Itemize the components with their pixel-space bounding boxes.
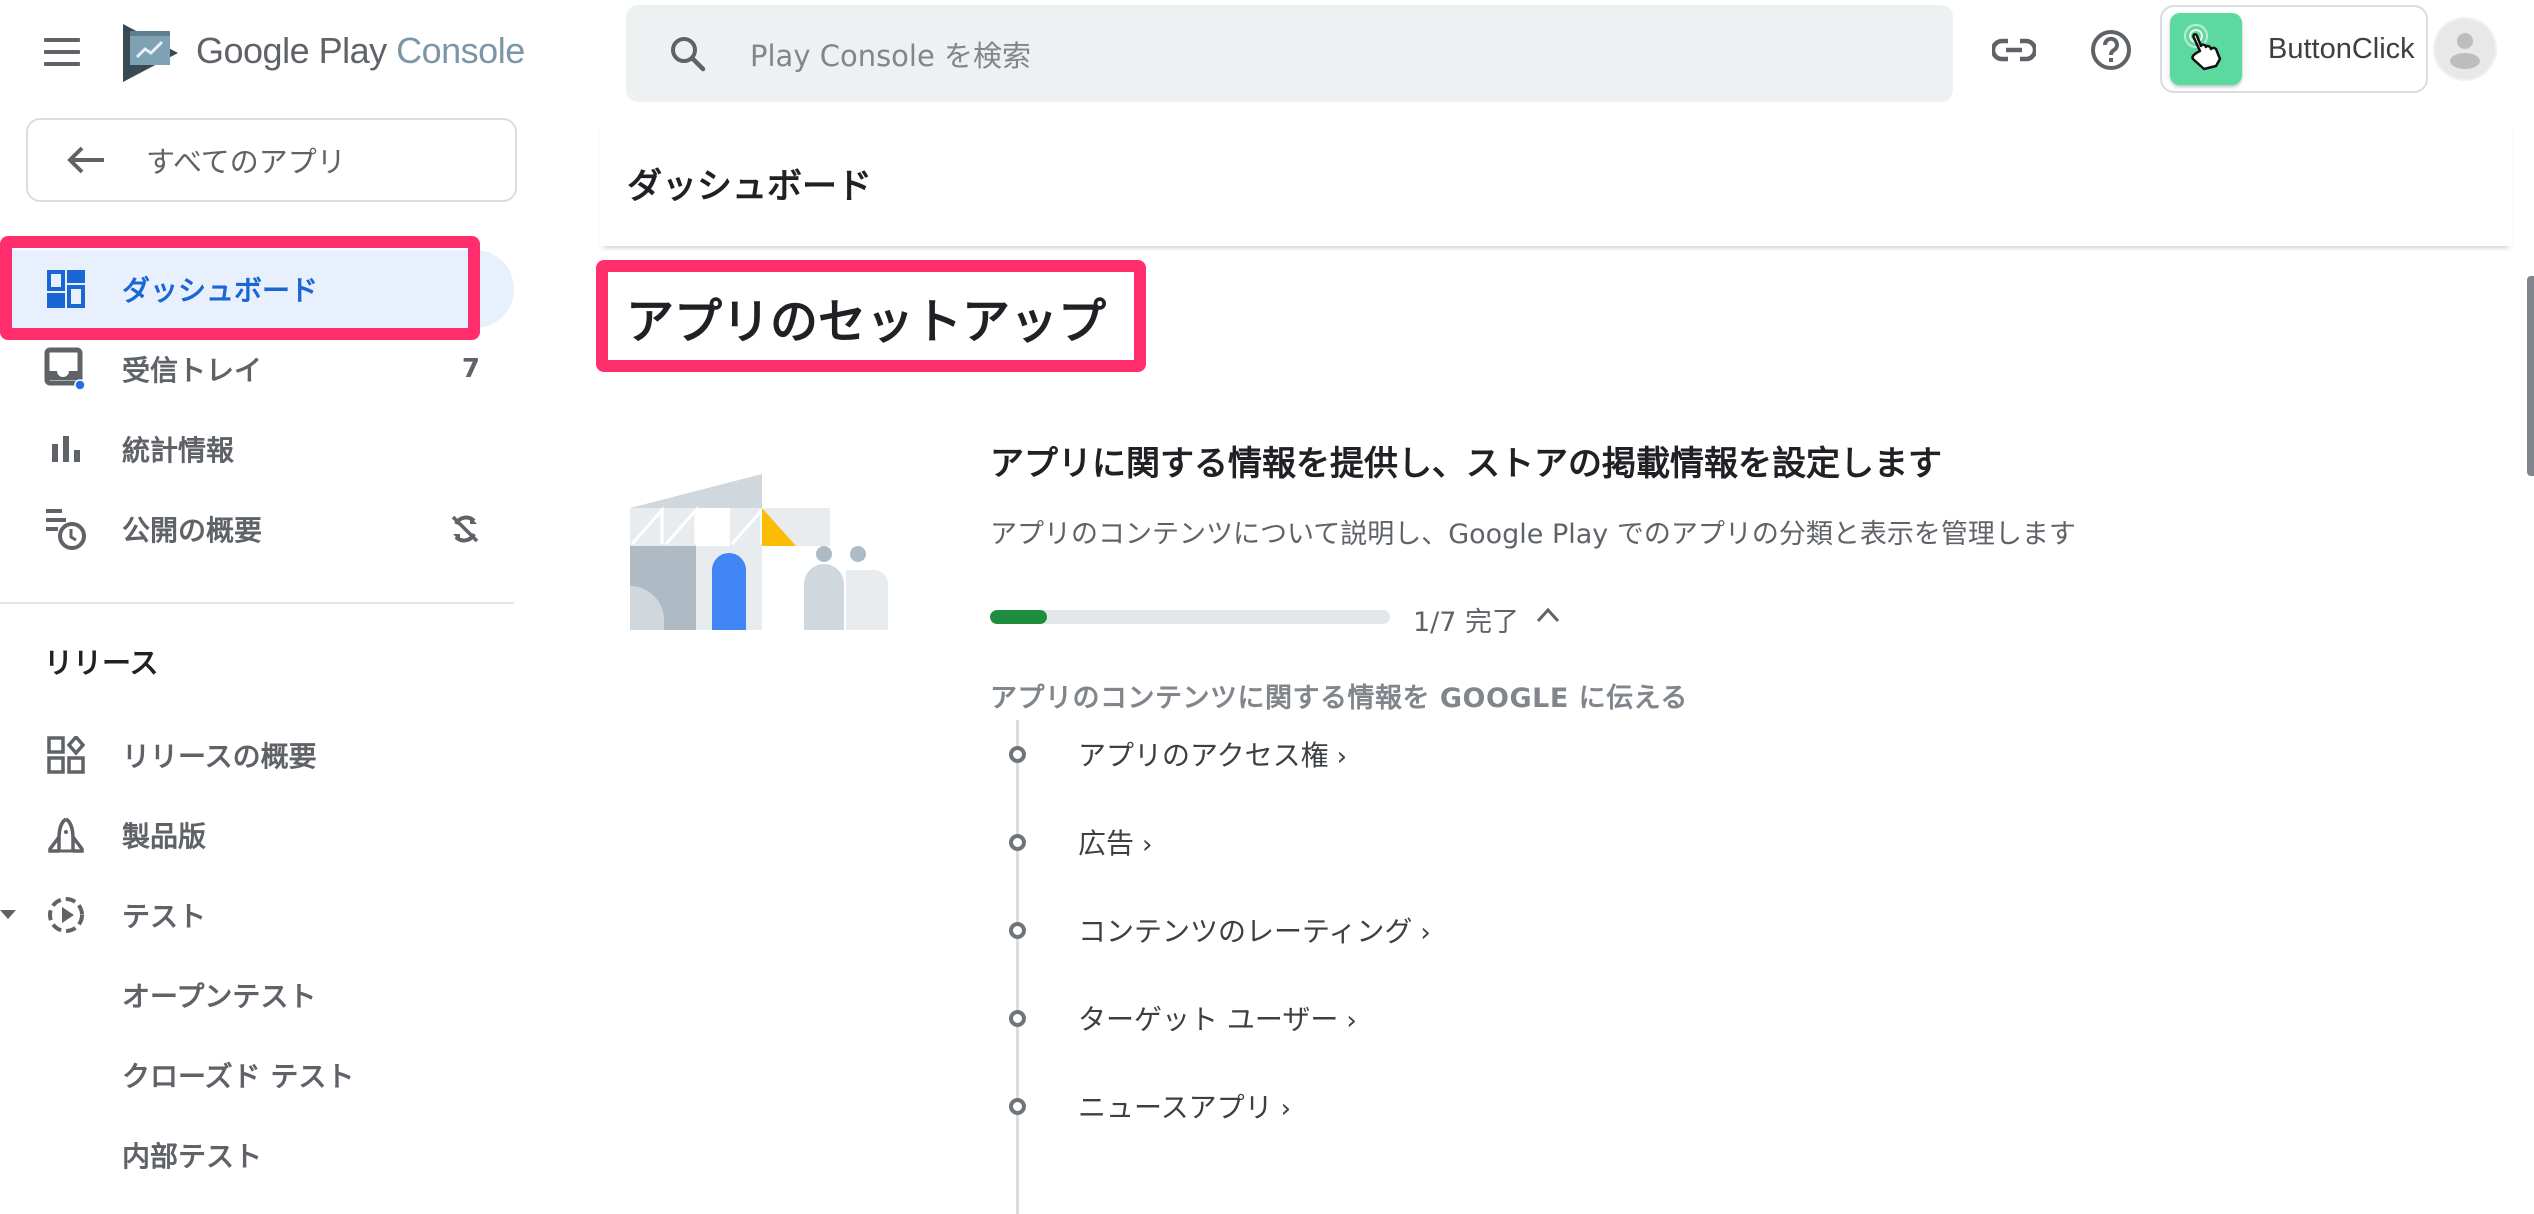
help-icon bbox=[2089, 28, 2133, 76]
task-news-app[interactable]: ニュースアプリ › bbox=[1000, 1081, 1600, 1131]
link-icon bbox=[1990, 38, 2038, 66]
page-scrollbar[interactable] bbox=[2527, 276, 2534, 476]
sidebar-item-label: クローズド テスト bbox=[122, 1060, 355, 1093]
setup-progress-label: 1/7 完了 bbox=[1413, 607, 1520, 638]
incomplete-step-icon bbox=[1009, 1097, 1026, 1115]
sidebar-divider bbox=[0, 602, 514, 604]
sidebar-item-release-overview[interactable]: リリースの概要 bbox=[0, 716, 514, 794]
all-apps-label: すべてのアプリ bbox=[146, 145, 346, 179]
section-heading: アプリのセットアップ bbox=[626, 294, 1107, 350]
menu-icon-bar bbox=[44, 38, 80, 42]
account-avatar[interactable] bbox=[2433, 17, 2497, 81]
search-placeholder: Play Console を検索 bbox=[750, 38, 1032, 73]
sidebar-item-publishing-overview[interactable]: 公開の概要 bbox=[0, 490, 514, 568]
sidebar-item-label: リリースの概要 bbox=[122, 740, 317, 773]
incomplete-step-icon bbox=[1009, 833, 1026, 851]
app-setup-illustration bbox=[628, 470, 928, 630]
sidebar-item-label: 統計情報 bbox=[122, 434, 235, 467]
sidebar-item-label: テスト bbox=[122, 900, 207, 933]
task-label: ターゲット ユーザー bbox=[1078, 1003, 1339, 1036]
app-switcher-chip[interactable]: ButtonClick bbox=[2160, 5, 2428, 93]
publishing-overview-icon bbox=[44, 507, 88, 551]
setup-card-title: アプリに関する情報を提供し、ストアの掲載情報を設定します bbox=[990, 444, 1942, 484]
chevron-right-icon: › bbox=[1142, 830, 1153, 860]
task-content-rating[interactable]: コンテンツのレーティング › bbox=[1000, 905, 1600, 955]
play-console-logo-icon bbox=[120, 22, 180, 84]
sidebar-item-statistics[interactable]: 統計情報 bbox=[0, 410, 514, 488]
help-button[interactable] bbox=[2083, 24, 2139, 80]
expand-caret-icon[interactable] bbox=[0, 910, 16, 919]
task-ads[interactable]: 広告 › bbox=[1000, 817, 1600, 867]
task-label: 広告 bbox=[1078, 827, 1135, 860]
task-target-audience[interactable]: ターゲット ユーザー › bbox=[1000, 993, 1600, 1043]
task-label: アプリのアクセス権 bbox=[1078, 739, 1329, 772]
chevron-right-icon: › bbox=[1280, 1094, 1292, 1124]
logo-console: Console bbox=[396, 30, 525, 71]
search-icon bbox=[668, 34, 708, 74]
copy-link-button[interactable] bbox=[1986, 24, 2042, 80]
chevron-right-icon: › bbox=[1420, 918, 1431, 948]
incomplete-step-icon bbox=[1009, 921, 1026, 939]
task-group-label: アプリのコンテンツに関する情報を GOOGLE に伝える bbox=[990, 683, 1688, 714]
sidebar-item-dashboard[interactable]: ダッシュボード bbox=[0, 250, 514, 328]
collapse-tasks-button[interactable] bbox=[1530, 600, 1566, 634]
incomplete-step-icon bbox=[1009, 1009, 1026, 1027]
release-section-title: リリース bbox=[44, 646, 159, 680]
app-icon bbox=[2170, 13, 2242, 85]
incomplete-step-icon bbox=[1009, 745, 1026, 763]
task-app-access[interactable]: アプリのアクセス権 › bbox=[1000, 729, 1600, 779]
all-apps-back-button[interactable]: すべてのアプリ bbox=[26, 118, 517, 202]
production-icon bbox=[44, 813, 88, 857]
sidebar-item-open-testing[interactable]: オープンテスト bbox=[0, 956, 514, 1034]
chevron-right-icon: › bbox=[1336, 742, 1348, 772]
sidebar-item-internal-testing[interactable]: 内部テスト bbox=[0, 1116, 514, 1194]
sidebar-item-label: 公開の概要 bbox=[122, 514, 263, 547]
dashboard-icon bbox=[44, 267, 88, 311]
menu-icon-bar bbox=[44, 50, 80, 54]
sidebar-item-inbox[interactable]: 受信トレイ 7 bbox=[0, 330, 514, 408]
sync-disabled-icon bbox=[450, 514, 480, 548]
sidebar-item-label: 内部テスト bbox=[122, 1140, 263, 1173]
task-label: コンテンツのレーティング bbox=[1078, 915, 1413, 948]
task-label: ニュースアプリ bbox=[1078, 1091, 1273, 1124]
chevron-right-icon: › bbox=[1346, 1006, 1357, 1036]
setup-progress-fill bbox=[990, 610, 1048, 624]
testing-icon bbox=[44, 893, 88, 937]
page-header: ダッシュボード bbox=[600, 120, 2512, 246]
logo-google-play: Google Play bbox=[196, 30, 387, 71]
setup-progress-bar bbox=[990, 610, 1390, 624]
sidebar-item-label: 受信トレイ bbox=[122, 354, 263, 387]
menu-icon-bar bbox=[44, 62, 80, 66]
sidebar-item-label: ダッシュボード bbox=[122, 274, 319, 307]
sidebar-item-testing[interactable]: テスト bbox=[0, 876, 514, 954]
sidebar-item-production[interactable]: 製品版 bbox=[0, 796, 514, 874]
arrow-back-icon bbox=[64, 145, 108, 175]
play-console-logo-text: Google Play Console bbox=[196, 30, 525, 72]
sidebar-item-label: オープンテスト bbox=[122, 980, 317, 1013]
bar-chart-icon bbox=[44, 427, 88, 471]
sidebar-item-label: 製品版 bbox=[122, 820, 207, 853]
inbox-icon bbox=[44, 347, 88, 391]
setup-card-description: アプリのコンテンツについて説明し、Google Play でのアプリの分類と表示… bbox=[990, 519, 2076, 550]
inbox-count-badge: 7 bbox=[461, 354, 480, 384]
app-name: ButtonClick bbox=[2268, 32, 2415, 65]
main-menu-button[interactable] bbox=[44, 38, 84, 68]
person-icon bbox=[2450, 33, 2480, 69]
page-title: ダッシュボード bbox=[627, 167, 873, 207]
chevron-up-icon bbox=[1535, 607, 1561, 627]
search-input[interactable]: Play Console を検索 bbox=[626, 5, 1953, 102]
timeline-line bbox=[1016, 720, 1019, 1214]
sidebar-item-closed-testing[interactable]: クローズド テスト bbox=[0, 1036, 514, 1114]
release-overview-icon bbox=[44, 733, 88, 777]
